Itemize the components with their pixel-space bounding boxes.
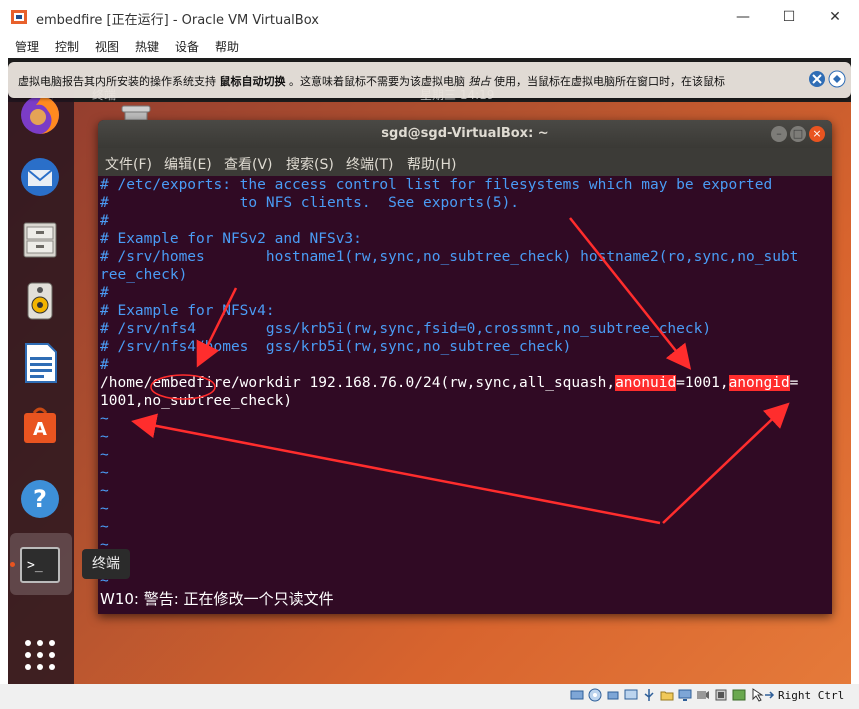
empty-line-tilde: ~ bbox=[100, 447, 109, 463]
empty-line-tilde: ~ bbox=[100, 411, 109, 427]
help-icon[interactable]: ? bbox=[18, 477, 62, 521]
svg-text:?: ? bbox=[33, 485, 47, 513]
file-line: ree_check) bbox=[100, 267, 188, 283]
file-line: # Example for NFSv4: bbox=[100, 303, 275, 319]
hostkey-arrow-icon[interactable] bbox=[762, 688, 776, 702]
terminal-window[interactable]: sgd@sgd-VirtualBox: ~ – □ × 文件(F) 编辑(E) … bbox=[98, 120, 832, 614]
vm-menubar: 管理 控制 视图 热键 设备 帮助 bbox=[0, 34, 859, 58]
trash-icon[interactable] bbox=[120, 104, 152, 120]
term-menu-search[interactable]: 搜索(S) bbox=[286, 154, 334, 174]
notification-text-part: 。这意味着鼠标不需要为该虚拟电脑 bbox=[289, 75, 465, 88]
notification-info-icon[interactable] bbox=[808, 70, 826, 88]
empty-line-tilde: ~ bbox=[100, 483, 109, 499]
term-menu-view[interactable]: 查看(V) bbox=[224, 154, 273, 174]
network-icon[interactable] bbox=[624, 688, 638, 702]
menu-devices[interactable]: 设备 bbox=[175, 38, 199, 55]
cpu-icon[interactable] bbox=[714, 688, 728, 702]
svg-text:>_: >_ bbox=[27, 558, 43, 573]
vt-x-icon[interactable] bbox=[732, 688, 746, 702]
optical-drive-icon[interactable] bbox=[588, 688, 602, 702]
rhythmbox-icon[interactable] bbox=[18, 279, 62, 323]
terminal-maximize-button[interactable]: □ bbox=[790, 126, 806, 142]
mouse-integration-notification: 虚拟电脑报告其内所安装的操作系统支持 鼠标自动切换 。这意味着鼠标不需要为该虚拟… bbox=[8, 62, 851, 98]
maximize-button[interactable]: ☐ bbox=[769, 4, 809, 30]
notification-text-part: 使用，当鼠标在虚拟电脑所在窗口时，在该鼠标 bbox=[494, 75, 725, 88]
highlight-anonuid: anonuid bbox=[615, 375, 677, 391]
term-menu-edit[interactable]: 编辑(E) bbox=[164, 154, 212, 174]
empty-line-tilde: ~ bbox=[100, 465, 109, 481]
files-icon[interactable] bbox=[18, 217, 62, 261]
file-line: # bbox=[100, 357, 109, 373]
terminal-scrollbar[interactable] bbox=[825, 176, 832, 614]
close-button[interactable]: ✕ bbox=[815, 4, 855, 30]
vim-warning: W10: 警告: 正在修改一个只读文件 bbox=[100, 590, 334, 608]
empty-line-tilde: ~ bbox=[100, 429, 109, 445]
term-menu-file[interactable]: 文件(F) bbox=[105, 154, 152, 174]
shared-folders-icon[interactable] bbox=[660, 688, 674, 702]
notification-bold: 鼠标自动切换 bbox=[219, 75, 286, 88]
term-menu-help[interactable]: 帮助(H) bbox=[407, 154, 456, 174]
file-line: # Example for NFSv2 and NFSv3: bbox=[100, 231, 362, 247]
highlight-anongid: anongid bbox=[728, 375, 790, 391]
empty-line-tilde: ~ bbox=[100, 501, 109, 517]
menu-hotkey[interactable]: 热键 bbox=[135, 38, 159, 55]
export-line-wrap: 1001,no_subtree_check) bbox=[100, 393, 293, 409]
dock: A ? >_ bbox=[8, 88, 74, 684]
export-option: = bbox=[789, 375, 799, 391]
display-icon[interactable] bbox=[678, 688, 692, 702]
export-path: /home/embedfire/workdir 192.168.76.0/24(… bbox=[100, 375, 616, 391]
usb-icon[interactable] bbox=[642, 688, 656, 702]
writer-icon[interactable] bbox=[18, 341, 62, 385]
dock-tooltip: 终端 bbox=[82, 549, 130, 579]
terminal-close-button[interactable]: × bbox=[809, 126, 825, 142]
export-line: /home/embedfire/workdir 192.168.76.0/24(… bbox=[100, 374, 798, 392]
file-line: # /etc/exports: the access control list … bbox=[100, 177, 773, 193]
audio-icon[interactable] bbox=[606, 688, 620, 702]
running-indicator bbox=[10, 562, 15, 567]
window-title: embedfire [正在运行] - Oracle VM VirtualBox bbox=[36, 13, 319, 28]
notification-close-icon[interactable] bbox=[828, 70, 846, 88]
vm-display[interactable]: 活动 终端 星期三 14:19 bbox=[8, 58, 851, 684]
term-menu-terminal[interactable]: 终端(T) bbox=[346, 154, 393, 174]
notification-text-part: 虚拟电脑报告其内所安装的操作系统支持 bbox=[18, 75, 216, 88]
vm-statusbar: Right Ctrl bbox=[0, 684, 859, 709]
host-key-label: Right Ctrl bbox=[778, 689, 845, 702]
menu-manage[interactable]: 管理 bbox=[15, 38, 39, 55]
file-line: # bbox=[100, 285, 109, 301]
terminal-menubar: 文件(F) 编辑(E) 查看(V) 搜索(S) 终端(T) 帮助(H) bbox=[98, 148, 832, 176]
virtualbox-icon bbox=[11, 10, 27, 24]
empty-line-tilde: ~ bbox=[100, 519, 109, 535]
terminal-icon[interactable]: >_ bbox=[18, 543, 62, 587]
app-grid-icon[interactable] bbox=[18, 633, 62, 677]
export-option: =1001, bbox=[676, 375, 729, 391]
svg-text:A: A bbox=[33, 419, 47, 440]
terminal-titlebar[interactable]: sgd@sgd-VirtualBox: ~ – □ × bbox=[98, 120, 832, 148]
file-line: # /srv/nfs4/homes gss/krb5i(rw,sync,no_s… bbox=[100, 339, 572, 355]
thunderbird-icon[interactable] bbox=[18, 155, 62, 199]
notification-text: 虚拟电脑报告其内所安装的操作系统支持 鼠标自动切换 。这意味着鼠标不需要为该虚拟… bbox=[18, 73, 725, 89]
software-icon[interactable]: A bbox=[18, 403, 62, 447]
menu-help[interactable]: 帮助 bbox=[215, 38, 239, 55]
file-line: # bbox=[100, 213, 109, 229]
hdd-icon[interactable] bbox=[570, 688, 584, 702]
menu-view[interactable]: 视图 bbox=[95, 38, 119, 55]
recording-icon[interactable] bbox=[696, 688, 710, 702]
menu-control[interactable]: 控制 bbox=[55, 38, 79, 55]
file-line: # to NFS clients. See exports(5). bbox=[100, 195, 520, 211]
file-line: # /srv/homes hostname1(rw,sync,no_subtre… bbox=[100, 249, 799, 265]
terminal-minimize-button[interactable]: – bbox=[771, 126, 787, 142]
notification-italic: 独占 bbox=[468, 75, 491, 88]
terminal-content[interactable]: # /etc/exports: the access control list … bbox=[100, 176, 822, 614]
window-titlebar: embedfire [正在运行] - Oracle VM VirtualBox … bbox=[0, 0, 859, 34]
terminal-title: sgd@sgd-VirtualBox: ~ bbox=[381, 126, 549, 141]
file-line: # /srv/nfs4 gss/krb5i(rw,sync,fsid=0,cro… bbox=[100, 321, 712, 337]
firefox-icon[interactable] bbox=[18, 93, 62, 137]
minimize-button[interactable]: — bbox=[723, 4, 763, 30]
